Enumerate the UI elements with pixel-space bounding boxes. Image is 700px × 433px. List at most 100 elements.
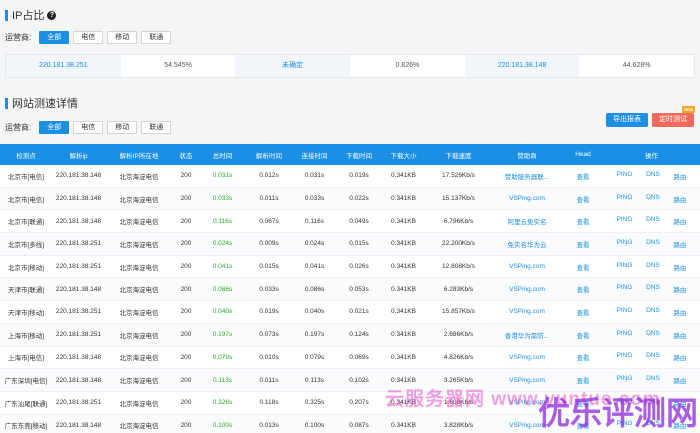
- cell-resolved-ip: 220.181.38.148: [55, 195, 102, 203]
- cell-ip-location: 北京海淀电信: [119, 332, 159, 340]
- route-link[interactable]: 路由: [673, 330, 686, 340]
- cell-sponsor[interactable]: 免实名华为云: [491, 239, 563, 249]
- cell-download-speed: 4.826Kb/s: [443, 353, 474, 361]
- cell-sponsor[interactable]: 香港华为需防...: [491, 330, 563, 340]
- dns-link[interactable]: DNS: [646, 307, 660, 317]
- ip-filter-mobile[interactable]: 移动: [107, 31, 138, 44]
- ip-filter-telecom[interactable]: 电信: [73, 31, 104, 44]
- route-link[interactable]: 路由: [673, 239, 686, 249]
- ip-filter-unicom[interactable]: 联通: [141, 31, 172, 44]
- cell-head-link[interactable]: 查看: [563, 307, 603, 317]
- row-actions: PING DNS 路由: [603, 216, 700, 226]
- cell-download-size: 0.341KB: [391, 217, 416, 225]
- cell-head-link[interactable]: 查看: [563, 194, 603, 204]
- cell-status: 200: [180, 308, 192, 316]
- route-link[interactable]: 路由: [673, 216, 686, 226]
- cell-sponsor[interactable]: 赞助服务器联...: [491, 171, 563, 181]
- speed-carrier-filter: 运营商: 全部 电信 移动 联通: [5, 121, 175, 134]
- ping-link[interactable]: PING: [617, 307, 633, 317]
- carrier-label: 运营商:: [5, 33, 32, 42]
- ping-link[interactable]: PING: [617, 284, 633, 294]
- cell-ip-location: 北京海淀电信: [119, 309, 159, 317]
- cell-node: 广东东莞[移动]: [4, 423, 48, 431]
- route-link[interactable]: 路由: [673, 375, 686, 385]
- speed-filter-mobile[interactable]: 移动: [107, 121, 138, 134]
- cell-download-time: 0.102s: [349, 376, 369, 384]
- ping-link[interactable]: PING: [617, 262, 633, 272]
- route-link[interactable]: 路由: [673, 284, 686, 294]
- cell-head-link[interactable]: 查看: [563, 284, 603, 294]
- ip-share-title-text: IP占比: [12, 10, 45, 22]
- cell-download-size: 0.341KB: [391, 172, 416, 180]
- route-link[interactable]: 路由: [673, 352, 686, 362]
- cell-head-link[interactable]: 查看: [563, 330, 603, 340]
- speed-filter-all[interactable]: 全部: [39, 121, 70, 134]
- cell-resolved-ip: 220.181.38.251: [55, 240, 102, 248]
- dns-link[interactable]: DNS: [646, 352, 660, 362]
- cell-sponsor[interactable]: VSPing.com: [491, 263, 563, 270]
- header-status: 状态: [179, 152, 193, 160]
- cell-status: 200: [180, 240, 192, 248]
- cell-head-link[interactable]: 查看: [563, 171, 603, 181]
- dns-link[interactable]: DNS: [646, 239, 660, 249]
- ping-link[interactable]: PING: [617, 330, 633, 340]
- cell-sponsor[interactable]: VSPing.com: [491, 308, 563, 315]
- cell-dns-time: 0.011s: [259, 195, 279, 203]
- dns-link[interactable]: DNS: [646, 262, 660, 272]
- cell-total-time: 0.197s: [212, 331, 233, 339]
- table-row: 北京市[多线] 220.181.38.251 北京海淀电信 200 0.024s 0.00…: [0, 233, 700, 256]
- cell-node: 北京市[多线]: [7, 241, 45, 249]
- ping-link[interactable]: PING: [617, 239, 633, 249]
- ping-link[interactable]: PING: [617, 216, 633, 226]
- cell-ip-location: 北京海淀电信: [119, 264, 159, 272]
- route-link[interactable]: 路由: [673, 307, 686, 317]
- dns-link[interactable]: DNS: [646, 284, 660, 294]
- export-report-button[interactable]: 导出报表: [606, 113, 648, 127]
- ping-link[interactable]: PING: [617, 352, 633, 362]
- route-link[interactable]: 路由: [673, 171, 686, 181]
- cell-sponsor[interactable]: VSPing.com: [491, 377, 563, 384]
- row-actions: PING DNS 路由: [603, 171, 700, 181]
- cell-sponsor[interactable]: VSPing.com: [491, 354, 563, 361]
- cell-sponsor[interactable]: 阿里云免实名: [491, 216, 563, 226]
- cell-ip-location: 北京海淀电信: [119, 219, 159, 227]
- scheduled-test-button[interactable]: 定时测试: [652, 113, 694, 127]
- cell-total-time: 0.116s: [212, 217, 233, 225]
- ping-link[interactable]: PING: [617, 194, 633, 204]
- route-link[interactable]: 路由: [673, 194, 686, 204]
- cell-dns-time: 0.010s: [259, 353, 279, 361]
- cell-head-link[interactable]: 查看: [563, 262, 603, 272]
- cell-sponsor[interactable]: VSPing.com: [491, 195, 563, 202]
- ip-percent-cell: 44.628%: [622, 62, 651, 69]
- cell-total-time: 0.100s: [212, 421, 233, 429]
- speed-filter-telecom[interactable]: 电信: [73, 121, 104, 134]
- ip-cell: 220.181.38.148: [464, 55, 580, 77]
- cell-head-link[interactable]: 查看: [563, 239, 603, 249]
- cell-resolved-ip: 220.181.38.148: [55, 421, 102, 429]
- ip-cell: 未确定: [235, 55, 351, 77]
- header-head: Head: [575, 151, 591, 158]
- cell-node: 广东汕尾[联通]: [4, 400, 48, 408]
- row-actions: PING DNS 路由: [603, 194, 700, 204]
- cell-download-time: 0.053s: [349, 285, 369, 293]
- cell-total-time: 0.113s: [212, 376, 233, 384]
- dns-link[interactable]: DNS: [646, 194, 660, 204]
- cell-connect-time: 0.040s: [304, 308, 325, 316]
- cell-sponsor[interactable]: VSPing.com: [491, 286, 563, 293]
- row-actions: PING DNS 路由: [603, 239, 700, 249]
- dns-link[interactable]: DNS: [646, 171, 660, 181]
- ping-link[interactable]: PING: [617, 171, 633, 181]
- dns-link[interactable]: DNS: [646, 330, 660, 340]
- help-icon[interactable]: ?: [47, 10, 57, 20]
- header-connect-time: 连接时间: [301, 152, 328, 160]
- ip-filter-all[interactable]: 全部: [39, 31, 70, 44]
- cell-head-link[interactable]: 查看: [563, 216, 603, 226]
- cell-head-link[interactable]: 查看: [563, 352, 603, 362]
- dns-link[interactable]: DNS: [646, 216, 660, 226]
- header-total-time: 总时间: [212, 152, 233, 160]
- route-link[interactable]: 路由: [673, 262, 686, 272]
- header-download-speed: 下载速度: [445, 152, 472, 160]
- speed-filter-unicom[interactable]: 联通: [141, 121, 172, 134]
- table-row: 上海市[移动] 220.181.38.251 北京海淀电信 200 0.197s 0.07…: [0, 323, 700, 347]
- cell-download-speed: 17.526Kb/s: [442, 172, 475, 180]
